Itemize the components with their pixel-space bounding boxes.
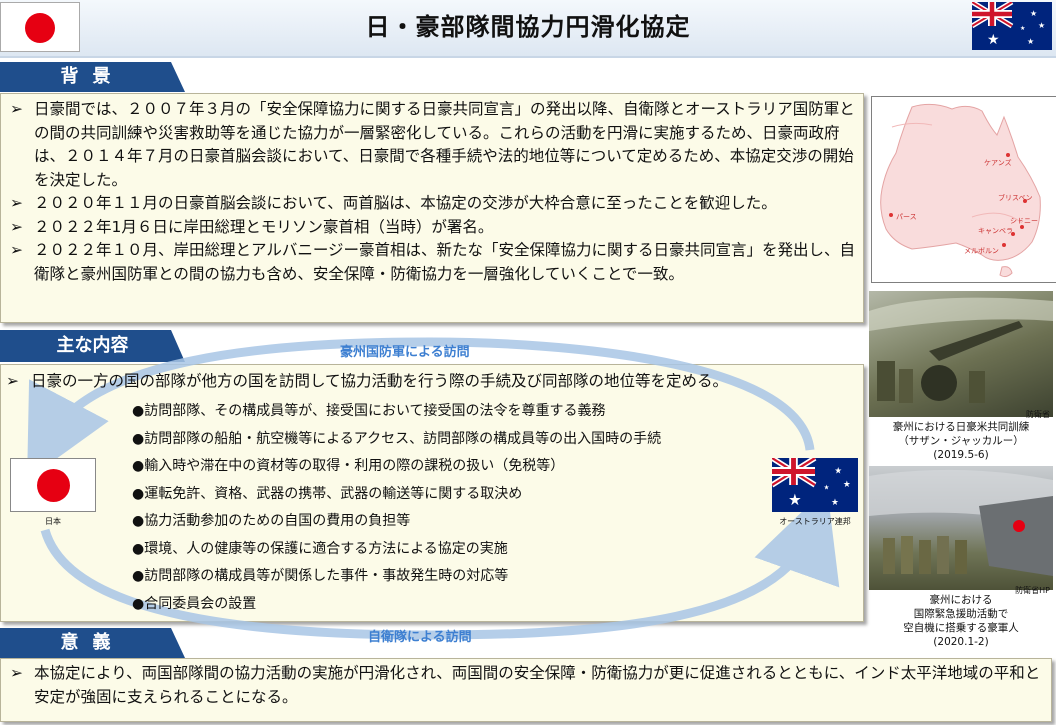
arrow-bullet-icon: ➢ [10,100,23,118]
svg-text:★: ★ [843,480,851,490]
relief-photo [869,466,1053,590]
svg-text:★: ★ [1038,21,1045,30]
photo-caption: 豪州における日豪米共同訓練 （サザン・ジャッカルー） (2019.5-6) [892,421,1030,461]
list-item: ●運転免許、資格、武器の携帯、武器の輸送等に関する取決め [132,485,523,502]
photo-credit: 防衛省 [1026,410,1050,419]
background-bullet: ➢ ２０２０年１１月の日豪首脳会談において、両首脳は、本協定の交渉が大枠合意に至っ… [4,192,856,216]
australia-flag-caption: オーストラリア連邦 [779,517,851,526]
list-item: ●訪問部隊、その構成員等が、接受国において接受国の法令を尊重する義務 [132,403,606,419]
svg-text:★: ★ [831,498,839,508]
main-content-items: ●訪問部隊、その構成員等が、接受国において接受国の法令を尊重する義務 ●訪問部隊… [132,398,772,618]
arrow-label-australia-visit: 豪州国防軍による訪問 [340,345,470,360]
arrow-bullet-icon: ➢ [10,241,23,259]
list-item: ●合同委員会の設置 [132,595,257,612]
svg-text:★: ★ [987,32,1000,48]
japan-flag-caption: 日本 [45,517,61,526]
list-item: ●環境、人の健康等の保護に適合する方法による協定の実施 [132,540,508,557]
list-item: ●訪問部隊の構成員等が関係した事件・事故発生時の対応等 [132,568,509,584]
australia-flag-icon: ★ ★ ★ ★ ★ [772,458,858,512]
background-bullets: ➢ 日豪間では、２００７年３月の「安全保障協力に関する日豪共同宣言」の発出以降、自… [4,98,856,286]
section-label-significance: 意義 [0,628,185,658]
map-label: ブリスベン [998,193,1033,202]
page-title: 日・豪部隊間協力円滑化協定 [365,13,691,41]
training-photo [869,291,1053,417]
list-item: ●訪問部隊の船舶・航空機等によるアクセス、訪問部隊の構成員等の出入国時の手続 [132,430,662,447]
background-bullet: ➢ ２０２２年１０月、岸田総理とアルバニージー豪首相は、新たな「安全保障協力に関す… [10,241,856,283]
main-content-lead: ➢ 日豪の一方の国の部隊が他方の国を訪問して協力活動を行う際の手続及び同部隊の地位… [6,372,729,390]
svg-text:★: ★ [824,483,830,491]
svg-text:★: ★ [788,491,801,509]
list-item: ●輸入時や滞在中の資材等の取得・利用の際の課税の扱い（免税等） [132,458,565,474]
svg-text:★: ★ [1030,9,1037,18]
svg-text:★: ★ [1020,25,1025,32]
photo-caption: 豪州における 国際緊急援助活動で 空自機に搭乗する豪軍人 (2020.1-2) [903,594,1019,648]
background-bullet: ➢ 日豪間では、２００７年３月の「安全保障協力に関する日豪共同宣言」の発出以降、自… [10,100,855,189]
australia-map: ケアンズ ブリスベン パース シドニー キャンベラ メルボルン [871,96,1056,283]
japan-flag-icon [0,2,80,52]
australia-flag-icon: ★ ★ ★ ★ ★ [972,2,1052,50]
list-item: ●協力活動参加のための自国の費用の負担等 [132,513,411,529]
section-label-background: 背景 [0,62,185,92]
map-label: シドニー [1010,217,1038,225]
significance-bullet: ➢ 本協定により、両国部隊間の協力活動の実施が円滑化され、両国間の安全保障・防衛協… [10,664,1041,706]
arrow-bullet-icon: ➢ [6,372,19,390]
background-bullet: ➢ ２０２２年1月６日に岸田総理とモリソン豪首相（当時）が署名。 [4,216,856,240]
japan-flag-icon [10,458,96,512]
map-label: キャンベラ [978,227,1013,235]
arrow-bullet-icon: ➢ [10,217,23,236]
arrow-bullet-icon: ➢ [10,194,23,212]
map-label: メルボルン [964,247,999,255]
significance-bullets: ➢ 本協定により、両国部隊間の協力活動の実施が円滑化され、両国間の安全保障・防衛協… [4,662,1044,709]
arrow-bullet-icon: ➢ [10,664,23,682]
map-label: ケアンズ [984,158,1012,167]
svg-text:★: ★ [834,467,842,477]
svg-text:★: ★ [1027,37,1034,46]
map-label: パース [896,213,917,221]
arrow-label-japan-visit: 自衛隊による訪問 [368,630,472,645]
